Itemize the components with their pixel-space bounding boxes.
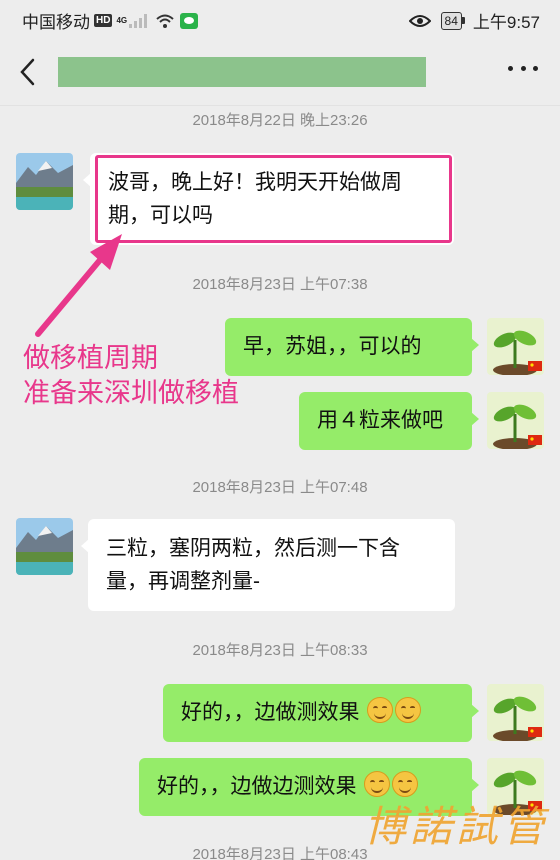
message-text: 用４粒来做吧 — [317, 409, 443, 432]
battery-icon: 84 — [440, 11, 465, 30]
contact-name-redacted — [58, 57, 426, 87]
status-right: 84 上午9:57 — [408, 8, 540, 33]
watermark: 博諾試管 — [363, 802, 548, 851]
wechat-notification-icon — [180, 12, 199, 29]
self-avatar[interactable] — [487, 318, 544, 375]
wifi-icon — [156, 14, 174, 28]
annotation-arrow — [35, 234, 122, 337]
more-dots-icon[interactable] — [508, 66, 538, 76]
contact-avatar[interactable] — [16, 518, 73, 575]
signal-icon — [129, 13, 148, 28]
status-bar: 中国移动 HD 4G 84 上午9:57 — [0, 0, 560, 38]
hd-badge: HD — [94, 14, 113, 27]
timestamp: 2018年8月23日 上午07:48 — [192, 479, 368, 496]
message-bubble-outgoing[interactable]: 用４粒来做吧 — [299, 392, 479, 450]
annotation-line-1: 做移植周期 — [23, 343, 158, 374]
message-text: 好的，，边做边测效果 — [157, 775, 357, 798]
network-type: 4G — [116, 16, 128, 25]
annotation-text: 做移植周期 准备来深圳做移植 — [23, 341, 239, 411]
annotation-line-2: 准备来深圳做移植 — [23, 378, 239, 409]
carrier-name: 中国移动 — [22, 13, 90, 32]
eye-icon — [408, 14, 431, 27]
chevron-left-icon[interactable] — [14, 54, 44, 90]
message-bubble-outgoing[interactable]: 早，苏姐，，可以的 — [225, 318, 479, 376]
smiling-face-emoji — [395, 697, 422, 723]
message-bubble-incoming[interactable]: 三粒，塞阴两粒，然后测一下含量，再调整剂量- — [81, 519, 455, 611]
self-avatar[interactable] — [487, 392, 544, 449]
status-left: 中国移动 HD 4G — [22, 8, 199, 33]
chat-header — [0, 38, 560, 106]
smiling-face-emoji — [367, 697, 394, 723]
timestamp: 2018年8月23日 上午08:33 — [192, 642, 368, 659]
message-bubble-outgoing[interactable]: 好的，，边做测效果 — [163, 684, 479, 742]
clock: 上午9:57 — [472, 13, 540, 32]
message-text: 早，苏姐，，可以的 — [243, 335, 422, 358]
battery-level: 84 — [440, 11, 462, 30]
message-text: 三粒，塞阴两粒，然后测一下含量，再调整剂量- — [106, 537, 400, 593]
message-text: 好的，，边做测效果 — [181, 701, 360, 724]
contact-avatar[interactable] — [16, 153, 73, 210]
timestamp: 2018年8月22日 晚上23:26 — [192, 112, 368, 129]
highlight-box — [95, 155, 452, 243]
self-avatar[interactable] — [487, 684, 544, 741]
